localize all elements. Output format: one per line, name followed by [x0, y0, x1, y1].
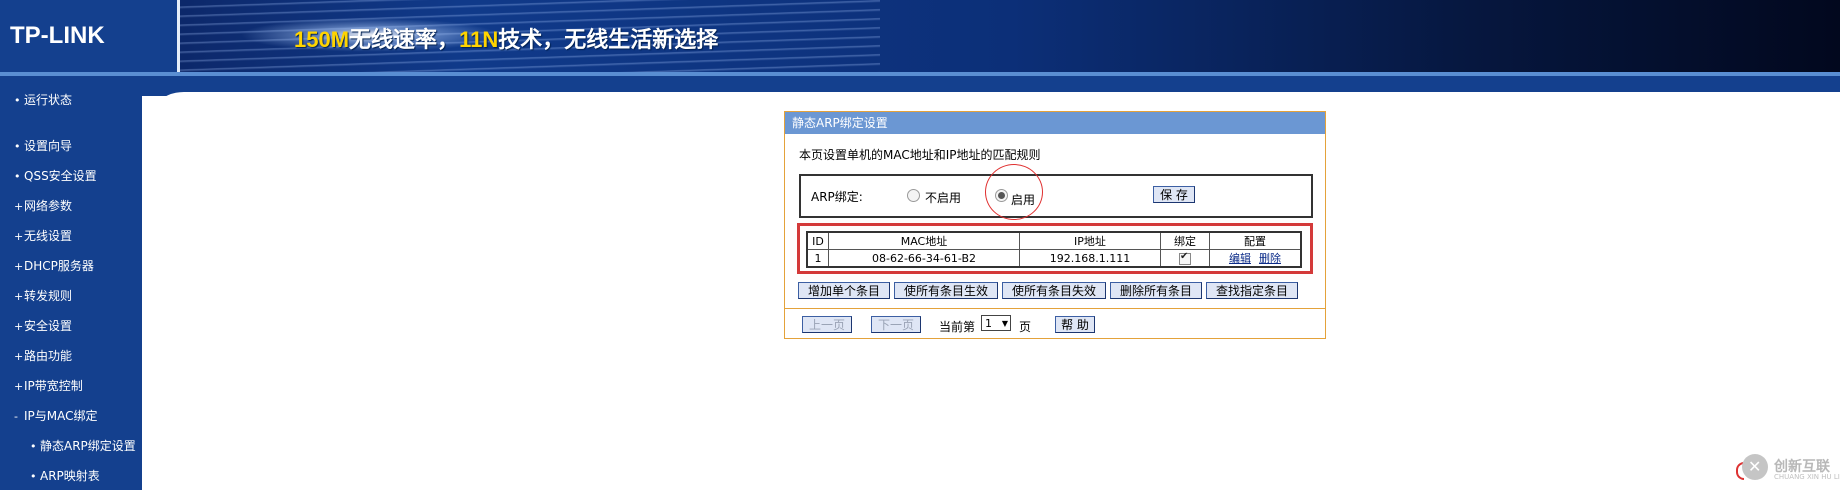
sidebar-item-label: DHCP服务器 — [24, 259, 94, 273]
sidebar-item-label: 设置向导 — [24, 139, 73, 153]
logo-area: TP-LINK — [0, 0, 180, 72]
slogan-part: 11N — [459, 27, 499, 52]
sidebar-item-static-arp[interactable]: • 静态ARP绑定设置 — [30, 438, 136, 454]
sidebar-item-forwarding[interactable]: +转发规则 — [14, 288, 72, 304]
sidebar-item-dhcp[interactable]: +DHCP服务器 — [14, 258, 94, 274]
page-select[interactable]: 1 ▼ — [981, 315, 1011, 331]
find-entry-button[interactable]: 查找指定条目 — [1206, 282, 1298, 299]
sidebar-item-bandwidth[interactable]: +IP带宽控制 — [14, 378, 83, 394]
sidebar-item-label: IP与MAC绑定 — [24, 409, 98, 423]
cell-id: 1 — [806, 249, 829, 268]
bind-checkbox[interactable] — [1179, 251, 1191, 265]
save-button[interactable]: 保 存 — [1153, 186, 1195, 203]
sidebar-item-wizard[interactable]: • 设置向导 — [14, 138, 72, 154]
arp-binding-table: ID MAC地址 IP地址 绑定 配置 1 08-62-66-34-61-B2 … — [806, 231, 1302, 268]
sidebar-item-security[interactable]: +安全设置 — [14, 318, 72, 334]
sidebar-item-status[interactable]: • 运行状态 — [14, 92, 72, 108]
help-button[interactable]: 帮 助 — [1055, 316, 1095, 333]
sidebar-item-label: IP带宽控制 — [24, 379, 83, 393]
col-config: 配置 — [1209, 231, 1302, 250]
panel-title: 静态ARP绑定设置 — [792, 116, 888, 130]
bullet-icon: • — [30, 440, 37, 453]
col-bind: 绑定 — [1160, 231, 1210, 250]
col-id: ID — [806, 231, 829, 250]
cell-ip: 192.168.1.111 — [1019, 249, 1161, 268]
watermark-logo: ✕ 创新互联 CHUANG XIN HU LIAN — [1736, 454, 1840, 484]
slogan-part: 150M — [294, 27, 350, 52]
sidebar-item-label: 静态ARP绑定设置 — [40, 439, 136, 453]
panel-title-bar: 静态ARP绑定设置 — [785, 112, 1325, 134]
col-ip: IP地址 — [1019, 231, 1161, 250]
expand-icon: + — [14, 290, 24, 303]
enable-all-button[interactable]: 使所有条目生效 — [894, 282, 998, 299]
static-arp-panel: 静态ARP绑定设置 本页设置单机的MAC地址和IP地址的匹配规则 ARP绑定: … — [784, 111, 1326, 339]
sidebar-item-qss[interactable]: • QSS安全设置 — [14, 168, 97, 184]
expand-icon: + — [14, 350, 24, 363]
arp-binding-box: ARP绑定: 不启用 启用 保 存 — [799, 164, 1313, 220]
watermark-subtext: CHUANG XIN HU LIAN — [1774, 473, 1840, 481]
watermark-icon: ✕ — [1742, 454, 1768, 480]
sidebar-item-network[interactable]: +网络参数 — [14, 198, 72, 214]
bullet-icon: • — [14, 140, 21, 153]
slogan-part: 无线速率， — [349, 27, 460, 52]
tp-link-logo: TP-LINK — [10, 22, 105, 49]
sidebar-item-wireless[interactable]: +无线设置 — [14, 228, 72, 244]
top-banner: TP-LINK 150M无线速率，11N技术，无线生活新选择 — [0, 0, 1840, 76]
collapse-icon: - — [14, 410, 18, 423]
page-select-value: 1 — [985, 317, 992, 330]
sidebar-item-label: 无线设置 — [24, 229, 73, 243]
delete-link[interactable]: 删除 — [1259, 252, 1281, 265]
page-suffix-label: 页 — [1019, 320, 1032, 334]
arp-enable-radio[interactable] — [995, 189, 1008, 202]
panel-description: 本页设置单机的MAC地址和IP地址的匹配规则 — [799, 148, 1041, 162]
arp-disable-label: 不启用 — [925, 191, 962, 205]
banner-slogan: 150M无线速率，11N技术，无线生活新选择 — [294, 22, 718, 54]
watermark-x-icon: ✕ — [1748, 457, 1762, 476]
table-header-row: ID MAC地址 IP地址 绑定 配置 — [806, 231, 1302, 250]
next-page-button[interactable]: 下一页 — [871, 316, 921, 333]
sidebar-item-label: 网络参数 — [24, 199, 73, 213]
bullet-icon: • — [14, 170, 21, 183]
chevron-down-icon: ▼ — [1001, 319, 1008, 328]
sidebar-item-label: 安全设置 — [24, 319, 73, 333]
delete-all-button[interactable]: 删除所有条目 — [1110, 282, 1202, 299]
expand-icon: + — [14, 200, 24, 213]
add-entry-button[interactable]: 增加单个条目 — [798, 282, 890, 299]
expand-icon: + — [14, 260, 24, 273]
cell-mac: 08-62-66-34-61-B2 — [828, 249, 1020, 268]
sidebar-item-label: 运行状态 — [24, 93, 73, 107]
current-page-label: 当前第 — [939, 320, 976, 334]
sidebar-item-routing[interactable]: +路由功能 — [14, 348, 72, 364]
slogan-part: 技术，无线生活新选择 — [498, 27, 719, 52]
sidebar-item-label: ARP映射表 — [40, 469, 100, 483]
cell-bind — [1160, 249, 1210, 268]
cell-config: 编辑 删除 — [1209, 249, 1302, 268]
bullet-icon: • — [14, 94, 21, 107]
bullet-icon: • — [30, 470, 37, 483]
sidebar-item-label: 转发规则 — [24, 289, 73, 303]
arp-disable-radio[interactable] — [907, 189, 920, 202]
arp-enable-label: 启用 — [1011, 193, 1036, 207]
table-row: 1 08-62-66-34-61-B2 192.168.1.111 编辑删除 — [806, 249, 1302, 268]
sidebar-item-label: 路由功能 — [24, 349, 73, 363]
edit-link[interactable]: 编辑 — [1229, 252, 1251, 265]
arp-binding-label: ARP绑定: — [811, 190, 863, 204]
expand-icon: + — [14, 320, 24, 333]
sidebar-item-arp-table[interactable]: • ARP映射表 — [30, 468, 100, 484]
disable-all-button[interactable]: 使所有条目失效 — [1002, 282, 1106, 299]
expand-icon: + — [14, 230, 24, 243]
prev-page-button[interactable]: 上一页 — [802, 316, 852, 333]
expand-icon: + — [14, 380, 24, 393]
col-mac: MAC地址 — [828, 231, 1020, 250]
sidebar-item-label: QSS安全设置 — [24, 169, 97, 183]
panel-divider — [785, 308, 1325, 309]
sidebar-item-ip-mac-binding[interactable]: - IP与MAC绑定 — [14, 408, 98, 424]
